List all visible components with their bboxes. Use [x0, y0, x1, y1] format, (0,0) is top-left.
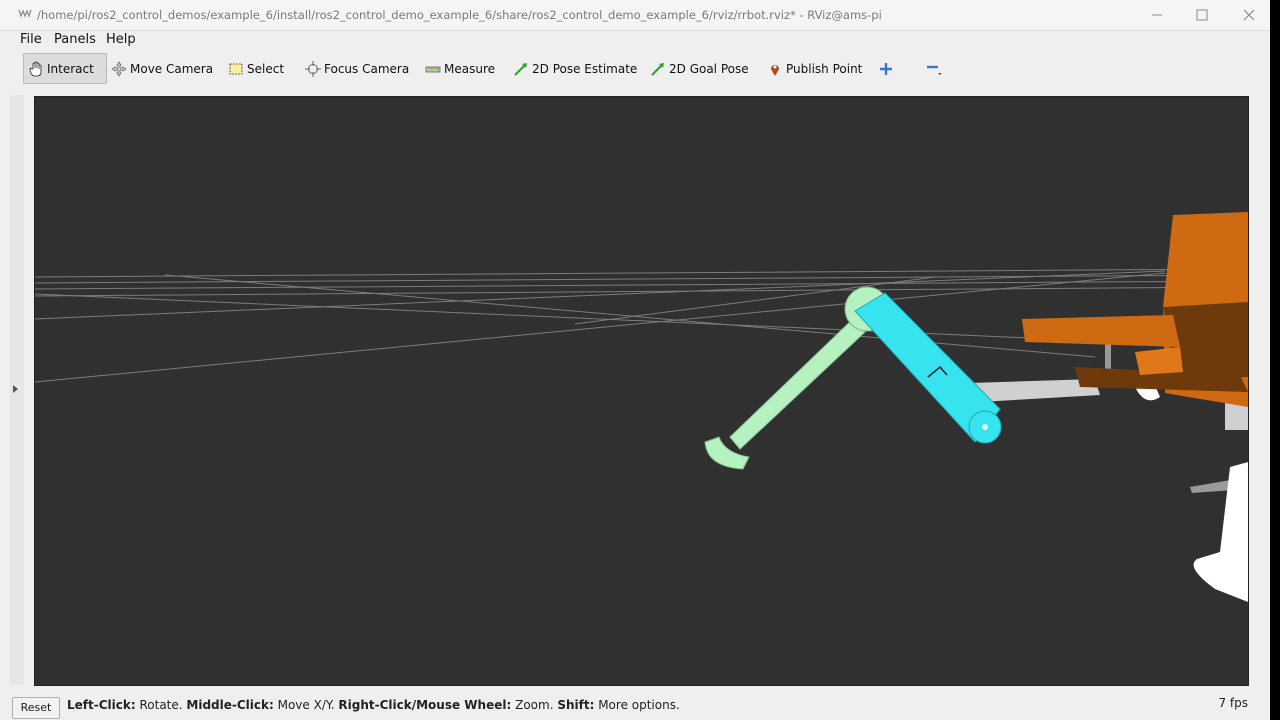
menubar: File Panels Help [0, 31, 1280, 49]
pose-estimate-arrow-icon [514, 62, 527, 76]
rviz-app-icon [18, 9, 32, 18]
move-camera-icon [111, 60, 127, 77]
right-click-action: Zoom. [511, 698, 558, 712]
right-click-key: Right-Click/Mouse Wheel: [338, 698, 512, 712]
3d-render-viewport[interactable] [34, 96, 1249, 686]
reset-button[interactable]: Reset [12, 697, 60, 719]
remove-tool-button[interactable] [921, 53, 948, 84]
screen-edge-strip [1270, 0, 1280, 720]
scene-render [35, 212, 1248, 602]
minimize-icon [1152, 14, 1162, 16]
close-button[interactable] [1237, 4, 1263, 26]
window-title: /home/pi/ros2_control_demos/example_6/in… [37, 8, 882, 22]
map-pin-icon [771, 64, 779, 76]
focus-camera-icon [305, 60, 321, 77]
left-click-key: Left-Click: [67, 698, 136, 712]
maximize-button[interactable] [1190, 4, 1216, 26]
maximize-icon [1196, 9, 1208, 21]
add-tool-button[interactable] [874, 53, 901, 84]
close-icon [1243, 9, 1255, 21]
tool-interact-label: Interact [47, 61, 94, 76]
tool-select-label: Select [247, 61, 285, 76]
tool-2d-goal-pose-label: 2D Goal Pose [669, 61, 749, 76]
fps-counter: 7 fps [1218, 696, 1248, 710]
middle-click-key: Middle-Click: [186, 698, 274, 712]
window-titlebar: /home/pi/ros2_control_demos/example_6/in… [0, 0, 1280, 31]
statusbar: Reset Left-Click: Rotate. Middle-Click: … [0, 694, 1280, 720]
minimize-button[interactable] [1145, 4, 1171, 26]
tool-measure[interactable]: Measure [421, 53, 499, 84]
tools-toolbar: Interact Move Camera Select Focus Camera… [10, 51, 1260, 87]
menu-panels[interactable]: Panels [54, 32, 96, 47]
tool-2d-pose-estimate[interactable]: 2D Pose Estimate [509, 53, 641, 84]
expand-panel-arrow-icon[interactable] [13, 385, 18, 393]
tool-focus-camera[interactable]: Focus Camera [301, 53, 413, 84]
tool-move-camera[interactable]: Move Camera [107, 53, 217, 84]
tool-measure-label: Measure [444, 61, 495, 76]
tool-move-camera-label: Move Camera [130, 61, 214, 76]
tool-publish-point-label: Publish Point [786, 61, 863, 76]
tool-2d-goal-pose[interactable]: 2D Goal Pose [646, 53, 753, 84]
tool-interact[interactable]: Interact [23, 53, 107, 84]
shift-key: Shift: [557, 698, 595, 712]
collapsed-panel-strip[interactable] [10, 95, 24, 685]
menu-file[interactable]: File [20, 32, 42, 47]
left-click-action: Rotate. [135, 698, 187, 712]
tool-focus-camera-label: Focus Camera [324, 61, 410, 76]
tool-publish-point[interactable]: Publish Point [763, 53, 866, 84]
hand-icon [29, 61, 42, 76]
tool-select[interactable]: Select [224, 53, 288, 84]
middle-click-action: Move X/Y. [273, 698, 339, 712]
goal-pose-arrow-icon [651, 62, 664, 76]
select-icon [229, 63, 243, 74]
shift-action: More options. [594, 698, 680, 712]
mouse-help-text: Left-Click: Rotate. Middle-Click: Move X… [67, 698, 680, 712]
minus-icon [927, 65, 941, 75]
tool-2d-pose-estimate-label: 2D Pose Estimate [532, 61, 638, 76]
measure-icon [425, 66, 441, 72]
plus-icon [880, 62, 892, 75]
menu-help[interactable]: Help [106, 32, 136, 47]
